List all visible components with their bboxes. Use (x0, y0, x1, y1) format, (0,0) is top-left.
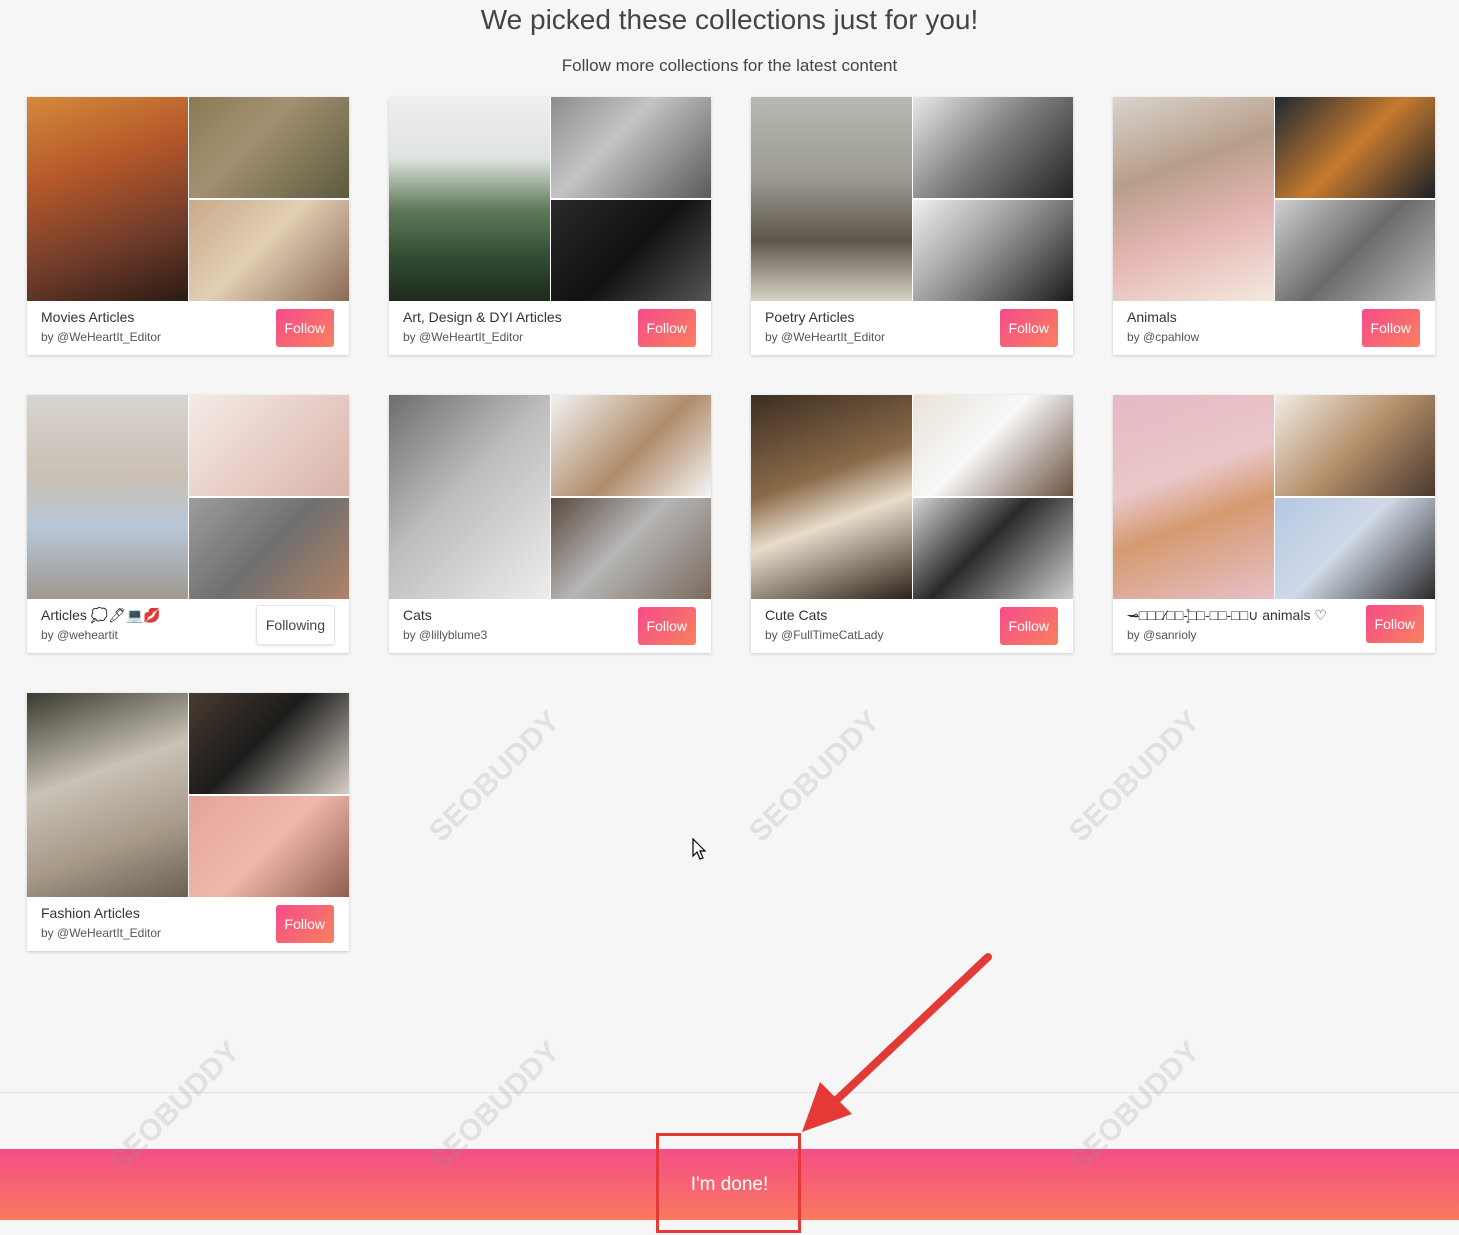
sweater-cup-image (27, 693, 188, 897)
follow-button[interactable]: Follow (999, 309, 1058, 347)
collection-title: Poetry Articles (765, 309, 855, 325)
annotation-arrow-icon (802, 953, 992, 1132)
follow-button[interactable]: Follow (275, 905, 334, 943)
collection-card-fashion[interactable]: Fashion Articles by @WeHeartIt_Editor Fo… (27, 693, 349, 951)
kittens-cuddling-image (389, 395, 550, 599)
kitten-yawning-image (551, 395, 711, 496)
footer-divider (0, 1092, 1459, 1093)
aloe-plant-image (389, 97, 550, 301)
collection-collage (27, 97, 349, 301)
follow-button[interactable]: Follow (275, 309, 334, 347)
black-cat-image (913, 498, 1073, 599)
abstract-face-bw-image (913, 200, 1073, 301)
collection-author[interactable]: by @WeHeartIt_Editor (403, 330, 523, 344)
collection-author[interactable]: by @lillyblume3 (403, 628, 487, 642)
girl-kissing-cat-image (1113, 97, 1274, 301)
street-fashion-image (189, 498, 349, 599)
collection-collage (1113, 395, 1435, 599)
follow-button[interactable]: Follow (1365, 605, 1424, 643)
collection-card-art-design[interactable]: Art, Design & DYI Articles by @WeHeartIt… (389, 97, 711, 355)
collection-title: ⊸̶□□□⁄□□-̥̊□□-□□-□□∪ animals ♡ (1127, 607, 1327, 623)
collection-title: Animals (1127, 309, 1177, 325)
city-street-image (551, 97, 711, 198)
collection-author[interactable]: by @WeHeartIt_Editor (41, 330, 161, 344)
collection-card-movies[interactable]: Movies Articles by @WeHeartIt_Editor Fol… (27, 97, 349, 355)
collection-card-articles[interactable]: Articles 💭🖊💻💋 by @weheartit Following (27, 395, 349, 653)
watermark: SEOBUDDY (1062, 704, 1207, 849)
collection-author[interactable]: by @weheartit (41, 628, 118, 642)
collection-card-cute-cats[interactable]: Cute Cats by @FullTimeCatLady Follow (751, 395, 1073, 653)
collection-collage (751, 395, 1073, 599)
cat-looking-up-image (751, 395, 912, 599)
portrait-bw-image (913, 97, 1073, 198)
follow-button[interactable]: Follow (637, 607, 696, 645)
collection-author[interactable]: by @WeHeartIt_Editor (765, 330, 885, 344)
collection-card-animals[interactable]: Animals by @cpahlow Follow (1113, 97, 1435, 355)
collection-title: Art, Design & DYI Articles (403, 309, 562, 325)
bunny-image (1275, 498, 1435, 599)
follow-button[interactable]: Follow (637, 309, 696, 347)
page-subheading: Follow more collections for the latest c… (561, 56, 898, 75)
two-girls-image (27, 395, 188, 599)
movie-scene-image (189, 200, 349, 301)
rainy-window-desk-image (751, 97, 912, 301)
collection-author[interactable]: by @WeHeartIt_Editor (41, 926, 161, 940)
grey-kitten-image (551, 498, 711, 599)
annotation-highlight-box (656, 1133, 801, 1233)
white-cat-image (913, 395, 1073, 496)
collection-collage (389, 395, 711, 599)
otter-hood-image (1275, 395, 1435, 496)
following-button[interactable]: Following (255, 605, 335, 645)
collection-collage (751, 97, 1073, 301)
movie-poster-image (27, 97, 188, 301)
collection-card-cats[interactable]: Cats by @lillyblume3 Follow (389, 395, 711, 653)
raccoon-image (1275, 200, 1435, 301)
collection-collage (1113, 97, 1435, 301)
collection-collage (389, 97, 711, 301)
follow-button[interactable]: Follow (1361, 309, 1420, 347)
collection-author[interactable]: by @FullTimeCatLady (765, 628, 883, 642)
watermark: SEOBUDDY (422, 704, 567, 849)
pink-locker-image (189, 796, 349, 897)
page-heading: We picked these collections just for you… (480, 4, 979, 35)
tiger-image (1275, 97, 1435, 198)
follow-button[interactable]: Follow (999, 607, 1058, 645)
newspaper-woman-image (189, 693, 349, 794)
collection-title: Fashion Articles (41, 905, 140, 921)
knit-glasses-coffee-image (189, 395, 349, 496)
collection-collage (27, 693, 349, 897)
collection-author[interactable]: by @cpahlow (1127, 330, 1199, 344)
sleeping-kittens-image (1113, 395, 1274, 599)
collection-card-sanrioly-animals[interactable]: ⊸̶□□□⁄□□-̥̊□□-□□-□□∪ animals ♡ by @sanri… (1113, 395, 1435, 653)
balcony-image (189, 97, 349, 198)
collection-title: Cute Cats (765, 607, 828, 623)
collection-title: Articles 💭🖊💻💋 (41, 607, 161, 623)
collection-author[interactable]: by @sanrioly (1127, 628, 1197, 642)
collection-title: Movies Articles (41, 309, 135, 325)
watermark: SEOBUDDY (742, 704, 887, 849)
collection-title: Cats (403, 607, 432, 623)
mouse-cursor-icon (692, 838, 707, 860)
collection-collage (27, 395, 349, 599)
collection-card-poetry[interactable]: Poetry Articles by @WeHeartIt_Editor Fol… (751, 97, 1073, 355)
sparkler-girl-image (551, 200, 711, 301)
